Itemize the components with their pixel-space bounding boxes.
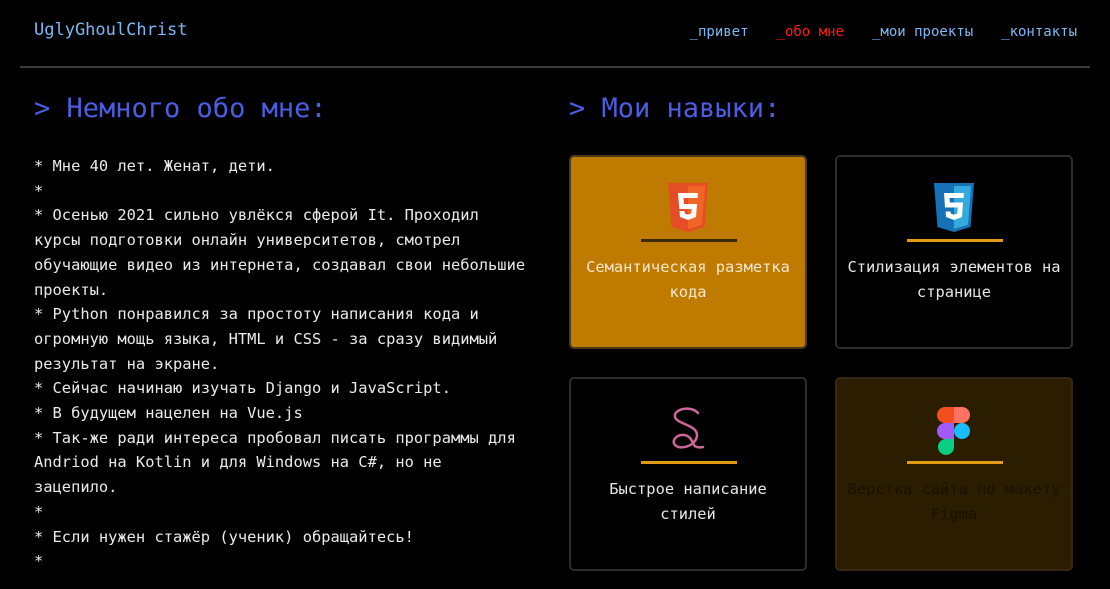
css3-icon: [934, 183, 974, 232]
about-text: * Мне 40 лет. Женат, дети. * * Осенью 20…: [34, 154, 534, 574]
skill-card-label: Стилизация элементов на странице: [847, 258, 1061, 301]
about-line: * Мне 40 лет. Женат, дети.: [34, 157, 275, 175]
about-line: *: [34, 552, 44, 571]
main-nav: _привет _обо мне _мои проекты _контакты: [690, 24, 1077, 40]
header-divider: [20, 66, 1090, 68]
skill-card-label: Верстка сайта по макету Figma: [847, 480, 1061, 523]
sass-icon: [672, 407, 705, 449]
skill-card-figma[interactable]: Верстка сайта по макету Figma: [835, 377, 1073, 571]
skill-card-sass[interactable]: Быстрое написание стилей: [569, 377, 807, 571]
card-underline: [907, 461, 1003, 464]
skill-card-html[interactable]: Семантическая разметка кода: [569, 155, 807, 349]
skill-card-css[interactable]: Стилизация элементов на странице: [835, 155, 1073, 349]
nav-link-about[interactable]: _обо мне: [777, 24, 844, 40]
about-line: *: [34, 181, 44, 200]
about-title: > Немного обо мне:: [34, 93, 327, 124]
about-line: *: [34, 502, 44, 521]
site-logo[interactable]: UglyGhoulChrist: [34, 20, 188, 40]
card-underline: [641, 239, 737, 242]
figma-icon: [937, 407, 970, 455]
about-line: * Если нужен стажёр (ученик) обращайтесь…: [34, 527, 414, 546]
about-line: * Так-же ради интереса пробовал писать п…: [34, 428, 526, 497]
about-line: * Осенью 2021 сильно увлёкся сферой It. …: [34, 206, 535, 299]
about-line: * Сейчас начинаю изучать Django и JavaSc…: [34, 379, 451, 398]
about-line: * В будущем нацелен на Vue.js: [34, 404, 303, 423]
about-line: * Python понравился за простоту написани…: [34, 305, 507, 373]
skill-card-label: Быстрое написание стилей: [609, 480, 767, 523]
nav-link-contacts[interactable]: _контакты: [1001, 24, 1077, 40]
skills-title: > Мои навыки:: [569, 93, 781, 124]
card-underline: [907, 239, 1003, 242]
site-header: UglyGhoulChrist _привет _обо мне _мои пр…: [0, 0, 1110, 68]
card-underline: [641, 461, 737, 464]
nav-link-projects[interactable]: _мои проекты: [872, 24, 973, 40]
nav-link-hello[interactable]: _привет: [690, 24, 749, 40]
html5-icon: [668, 183, 708, 232]
skill-card-label: Семантическая разметка кода: [586, 258, 790, 301]
